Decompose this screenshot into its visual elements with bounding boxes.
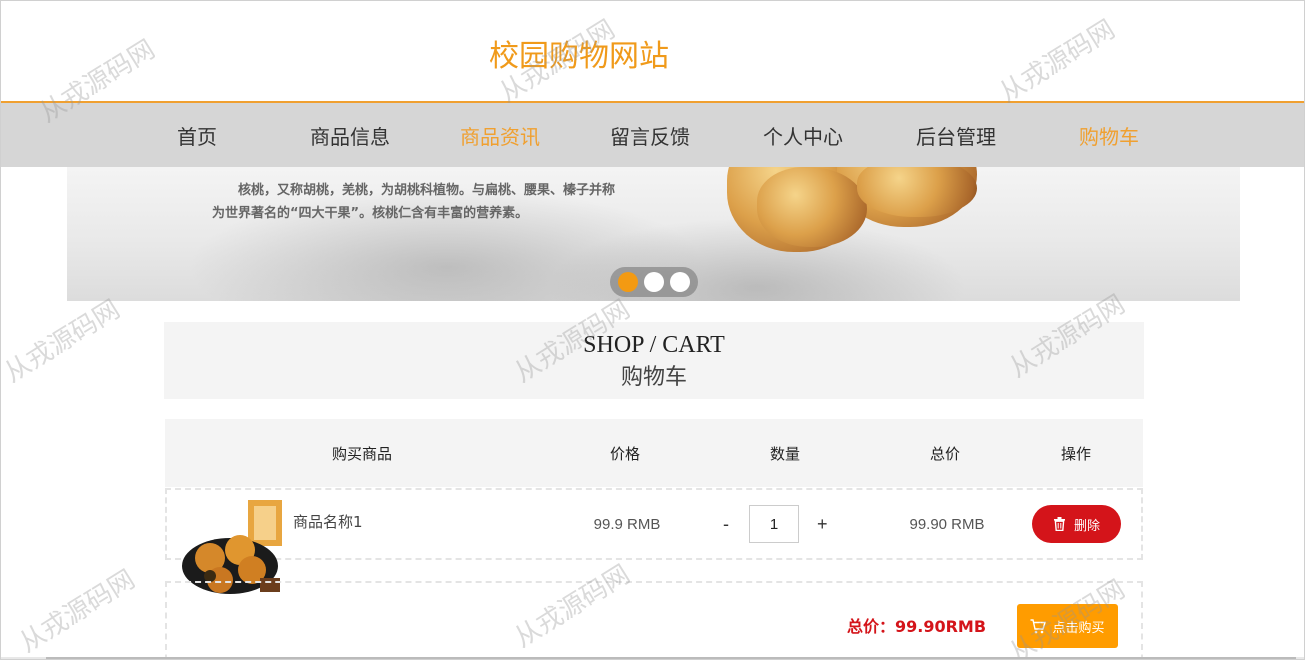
header-product: 购买商品 [331, 445, 393, 463]
nav-item-admin[interactable]: 后台管理 [916, 121, 996, 150]
carousel-dot-1[interactable] [618, 272, 638, 292]
delete-button[interactable]: 删除 [1032, 505, 1121, 543]
quantity-decrease-button[interactable]: - [723, 514, 729, 535]
trash-icon [1053, 517, 1065, 531]
section-header: SHOP / CART 购物车 [164, 322, 1144, 399]
header-quantity: 数量 [769, 445, 801, 463]
page: 校园购物网站 首页 商品信息 商品资讯 留言反馈 个人中心 后台管理 购物车 核… [0, 0, 1305, 660]
watermark: 从戎源码网 [0, 294, 126, 389]
cart-total: 总价：99.90RMB [847, 617, 987, 636]
watermark: 从戎源码网 [994, 14, 1121, 109]
site-title: 校园购物网站 [489, 39, 669, 74]
carousel-indicators [610, 267, 698, 297]
nav-item-cart[interactable]: 购物车 [1079, 121, 1139, 150]
quantity-increase-button[interactable]: + [817, 514, 828, 535]
header-price: 价格 [609, 445, 641, 463]
banner-carousel[interactable]: 核桃，又称胡桃，羌桃，为胡桃科植物。与扁桃、腰果、榛子并称为世界著名的“四大干果… [67, 167, 1240, 301]
product-name[interactable]: 商品名称1 [293, 511, 363, 532]
buy-button-label: 点击购买 [1052, 620, 1105, 636]
main-nav: 首页 商品信息 商品资讯 留言反馈 个人中心 后台管理 购物车 [1, 101, 1304, 167]
section-title-cn: 购物车 [620, 365, 687, 390]
banner-text: 核桃，又称胡桃，羌桃，为胡桃科植物。与扁桃、腰果、榛子并称为世界著名的“四大干果… [212, 183, 616, 221]
carousel-dot-3[interactable] [670, 272, 690, 292]
watermark: 从戎源码网 [14, 564, 141, 659]
product-subtotal: 99.90 RMB [909, 516, 985, 533]
cart-summary: 总价：99.90RMB 点击购买 [165, 581, 1143, 659]
product-price: 99.9 RMB [593, 516, 661, 533]
header-action: 操作 [1060, 445, 1092, 463]
cart-table-header: 购买商品 价格 数量 总价 操作 [165, 419, 1143, 487]
quantity-input[interactable] [749, 505, 799, 543]
walnut-image [757, 167, 867, 247]
nav-item-news[interactable]: 商品资讯 [460, 121, 540, 150]
delete-button-label: 删除 [1073, 518, 1100, 534]
buy-button[interactable]: 点击购买 [1017, 604, 1118, 648]
carousel-dot-2[interactable] [644, 272, 664, 292]
cart-icon [1030, 618, 1047, 633]
nav-item-home[interactable]: 首页 [177, 121, 217, 150]
cart-row: 商品名称1 99.9 RMB - + 99.90 RMB 删除 [165, 488, 1143, 594]
nav-item-profile[interactable]: 个人中心 [763, 121, 843, 150]
nav-item-products[interactable]: 商品信息 [310, 121, 390, 150]
section-title-en: SHOP / CART [583, 332, 725, 358]
header-subtotal: 总价 [929, 445, 961, 463]
nav-item-feedback[interactable]: 留言反馈 [610, 121, 690, 150]
